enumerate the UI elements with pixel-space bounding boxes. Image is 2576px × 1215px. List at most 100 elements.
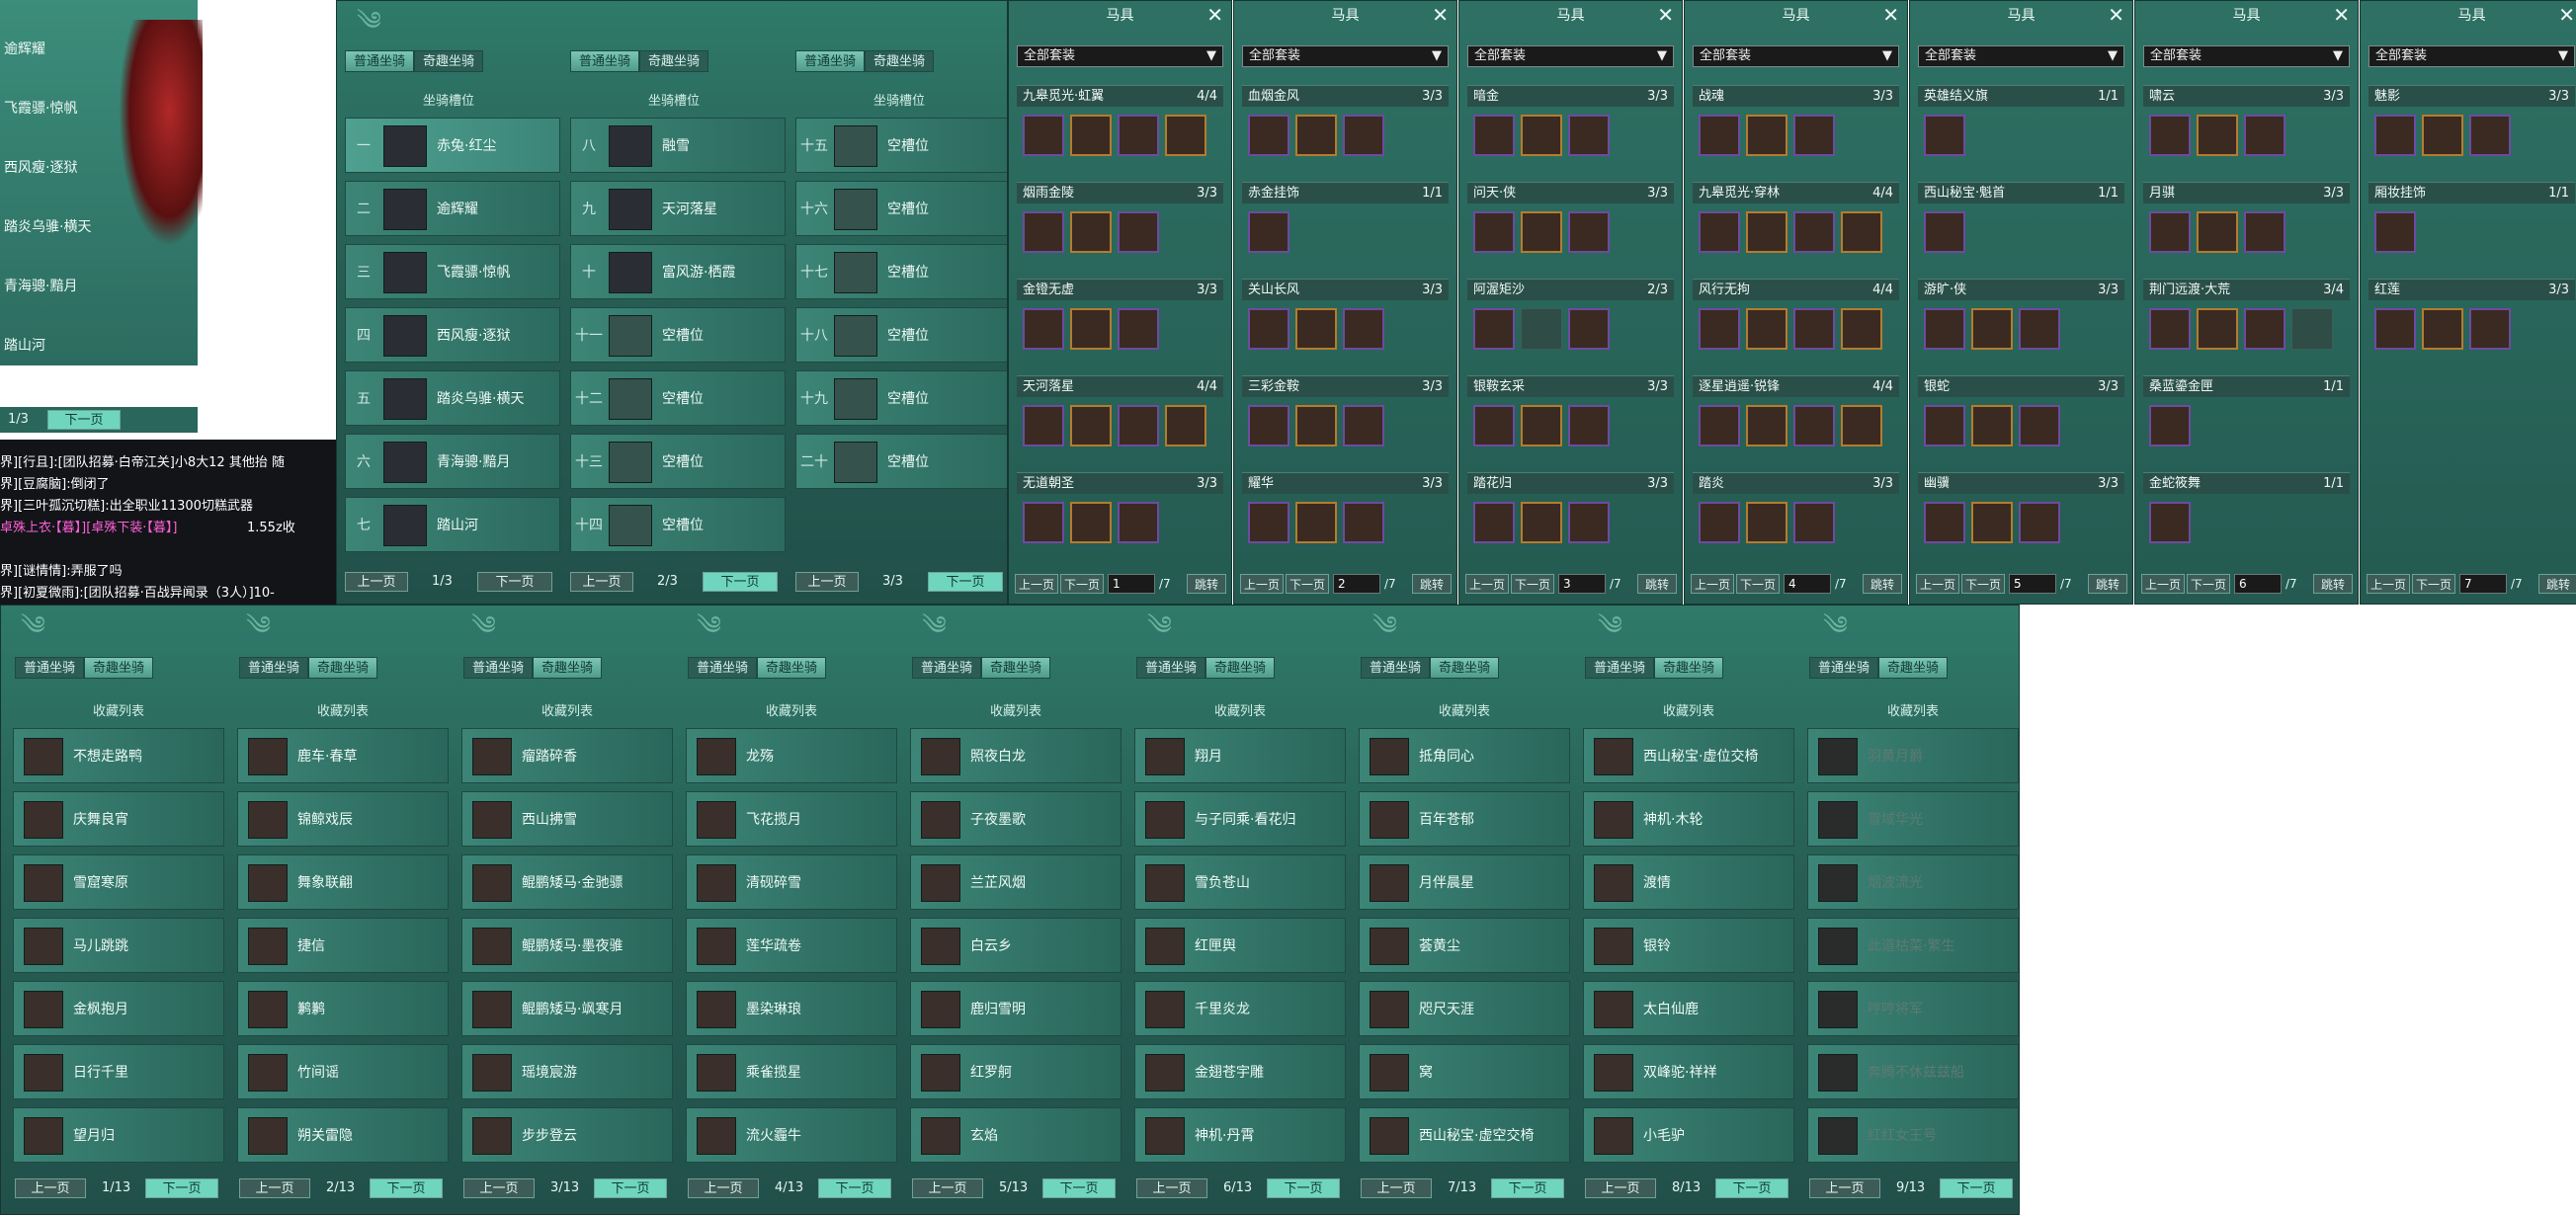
collection-item[interactable]: 西山拂雪 xyxy=(461,791,673,847)
harness-item-icon[interactable] xyxy=(1343,115,1384,156)
collection-item[interactable]: 神机·丹霄 xyxy=(1134,1107,1346,1163)
harness-item-icon[interactable] xyxy=(1473,211,1515,253)
collection-item[interactable]: 鹿车·春草 xyxy=(237,728,449,783)
collection-item[interactable]: 兰芷风烟 xyxy=(910,854,1122,910)
harness-item-icon[interactable] xyxy=(1023,308,1064,350)
harness-item-icon[interactable] xyxy=(1473,308,1515,350)
harness-item-icon[interactable] xyxy=(1295,502,1337,543)
collection-item[interactable]: 鲲鹏矮马·墨夜骓 xyxy=(461,918,673,973)
prev-page-button[interactable]: 上一页 xyxy=(1916,574,1959,594)
harness-item-icon[interactable] xyxy=(1841,308,1882,350)
harness-item-icon[interactable] xyxy=(2019,502,2060,543)
harness-item-icon[interactable] xyxy=(1023,502,1064,543)
close-icon[interactable]: ✕ xyxy=(1882,3,1899,27)
next-page-button[interactable]: 下一页 xyxy=(928,572,1003,592)
prev-page-button[interactable]: 上一页 xyxy=(15,1178,86,1198)
set-filter-dropdown[interactable]: 全部套装 ▼ xyxy=(1467,45,1674,67)
harness-item-icon[interactable] xyxy=(2197,211,2238,253)
tab-fun-mounts[interactable]: 奇趣坐骑 xyxy=(1205,657,1276,679)
collection-item[interactable]: 抵角同心 xyxy=(1359,728,1570,783)
harness-item-icon[interactable] xyxy=(1343,405,1384,446)
harness-item-icon[interactable] xyxy=(2469,115,2511,156)
close-icon[interactable]: ✕ xyxy=(2558,3,2575,27)
harness-item-icon[interactable] xyxy=(1070,405,1112,446)
collection-item[interactable]: 白云乡 xyxy=(910,918,1122,973)
prev-page-button[interactable]: 上一页 xyxy=(570,572,633,592)
harness-item-icon[interactable] xyxy=(1971,308,2013,350)
harness-item-icon[interactable] xyxy=(1746,211,1787,253)
collection-item[interactable]: 玄焰 xyxy=(910,1107,1122,1163)
harness-item-icon[interactable] xyxy=(2149,115,2191,156)
tab-fun-mounts[interactable]: 奇趣坐骑 xyxy=(1878,657,1949,679)
set-filter-dropdown[interactable]: 全部套装 ▼ xyxy=(1017,45,1223,67)
collection-item[interactable]: 墨染琳琅 xyxy=(686,981,897,1036)
harness-item-icon[interactable] xyxy=(1165,115,1206,156)
collection-item[interactable]: 雪负苍山 xyxy=(1134,854,1346,910)
page-input[interactable]: 6 xyxy=(2234,574,2282,594)
harness-item-icon[interactable] xyxy=(1070,211,1112,253)
prev-page-button[interactable]: 上一页 xyxy=(1015,574,1058,594)
left-list-item[interactable]: 飞霞骠·惊帆 xyxy=(0,79,119,138)
collection-item[interactable]: 咫尺天涯 xyxy=(1359,981,1570,1036)
tab-fun-mounts[interactable]: 奇趣坐骑 xyxy=(414,50,484,72)
close-icon[interactable]: ✕ xyxy=(1657,3,1674,27)
next-page-button[interactable]: 下一页 xyxy=(1736,574,1780,594)
harness-item-icon[interactable] xyxy=(1118,405,1159,446)
harness-item-icon[interactable] xyxy=(1521,502,1562,543)
harness-item-icon[interactable] xyxy=(2374,211,2416,253)
jump-button[interactable]: 跳转 xyxy=(2088,574,2127,594)
harness-item-icon[interactable] xyxy=(1521,405,1562,446)
prev-page-button[interactable]: 上一页 xyxy=(2141,574,2185,594)
harness-item-icon[interactable] xyxy=(2149,308,2191,350)
collection-item[interactable]: 步步登云 xyxy=(461,1107,673,1163)
collection-item[interactable]: 雪窟寒原 xyxy=(13,854,224,910)
mount-slot[interactable]: 二 逾辉耀 xyxy=(345,181,560,236)
mount-slot[interactable]: 十 富风游·栖霞 xyxy=(570,244,786,299)
mount-slot[interactable]: 三 飞霞骠·惊帆 xyxy=(345,244,560,299)
collection-item[interactable]: 马儿跳跳 xyxy=(13,918,224,973)
collection-item[interactable]: 羽黄月爵 xyxy=(1807,728,2019,783)
collection-item[interactable]: 红红女王号 xyxy=(1807,1107,2019,1163)
harness-item-icon[interactable] xyxy=(1473,502,1515,543)
prev-page-button[interactable]: 上一页 xyxy=(912,1178,983,1198)
tab-fun-mounts[interactable]: 奇趣坐骑 xyxy=(308,657,378,679)
jump-button[interactable]: 跳转 xyxy=(1412,574,1452,594)
mount-slot[interactable]: 二十 空槽位 xyxy=(795,434,1007,489)
mount-slot[interactable]: 四 西风瘦·逐狱 xyxy=(345,307,560,363)
tab-fun-mounts[interactable]: 奇趣坐骑 xyxy=(981,657,1051,679)
prev-page-button[interactable]: 上一页 xyxy=(1465,574,1509,594)
collection-item[interactable]: 千里炎龙 xyxy=(1134,981,1346,1036)
page-input[interactable]: 7 xyxy=(2459,574,2507,594)
harness-item-icon[interactable] xyxy=(1473,115,1515,156)
collection-item[interactable]: 荟黄尘 xyxy=(1359,918,1570,973)
prev-page-button[interactable]: 上一页 xyxy=(463,1178,535,1198)
prev-page-button[interactable]: 上一页 xyxy=(239,1178,310,1198)
harness-item-icon[interactable] xyxy=(1793,115,1835,156)
tab-fun-mounts[interactable]: 奇趣坐骑 xyxy=(533,657,603,679)
collection-item[interactable]: 鲲鹏矮马·飒寒月 xyxy=(461,981,673,1036)
next-page-button[interactable]: 下一页 xyxy=(370,1178,443,1198)
next-page-button[interactable]: 下一页 xyxy=(2187,574,2230,594)
next-page-button[interactable]: 下一页 xyxy=(818,1178,891,1198)
jump-button[interactable]: 跳转 xyxy=(1637,574,1677,594)
tab-normal-mounts[interactable]: 普通坐骑 xyxy=(1361,657,1431,679)
harness-item-icon[interactable] xyxy=(1841,211,1882,253)
harness-item-icon[interactable] xyxy=(1793,211,1835,253)
harness-item-icon[interactable] xyxy=(1070,308,1112,350)
harness-item-icon[interactable] xyxy=(1070,115,1112,156)
harness-item-icon[interactable] xyxy=(1699,502,1740,543)
harness-item-icon[interactable] xyxy=(2422,115,2463,156)
prev-page-button[interactable]: 上一页 xyxy=(1361,1178,1432,1198)
collection-item[interactable]: 鹿归雪明 xyxy=(910,981,1122,1036)
collection-item[interactable]: 流火霾牛 xyxy=(686,1107,897,1163)
jump-button[interactable]: 跳转 xyxy=(2313,574,2353,594)
harness-item-icon[interactable] xyxy=(1924,115,1965,156)
collection-item[interactable]: 金枫抱月 xyxy=(13,981,224,1036)
harness-item-icon[interactable] xyxy=(2019,308,2060,350)
harness-item-icon[interactable] xyxy=(2244,308,2285,350)
harness-item-icon[interactable] xyxy=(1295,405,1337,446)
page-input[interactable]: 4 xyxy=(1784,574,1831,594)
harness-item-icon[interactable] xyxy=(1699,405,1740,446)
mount-slot[interactable]: 十五 空槽位 xyxy=(795,118,1007,173)
set-filter-dropdown[interactable]: 全部套装 ▼ xyxy=(2143,45,2350,67)
